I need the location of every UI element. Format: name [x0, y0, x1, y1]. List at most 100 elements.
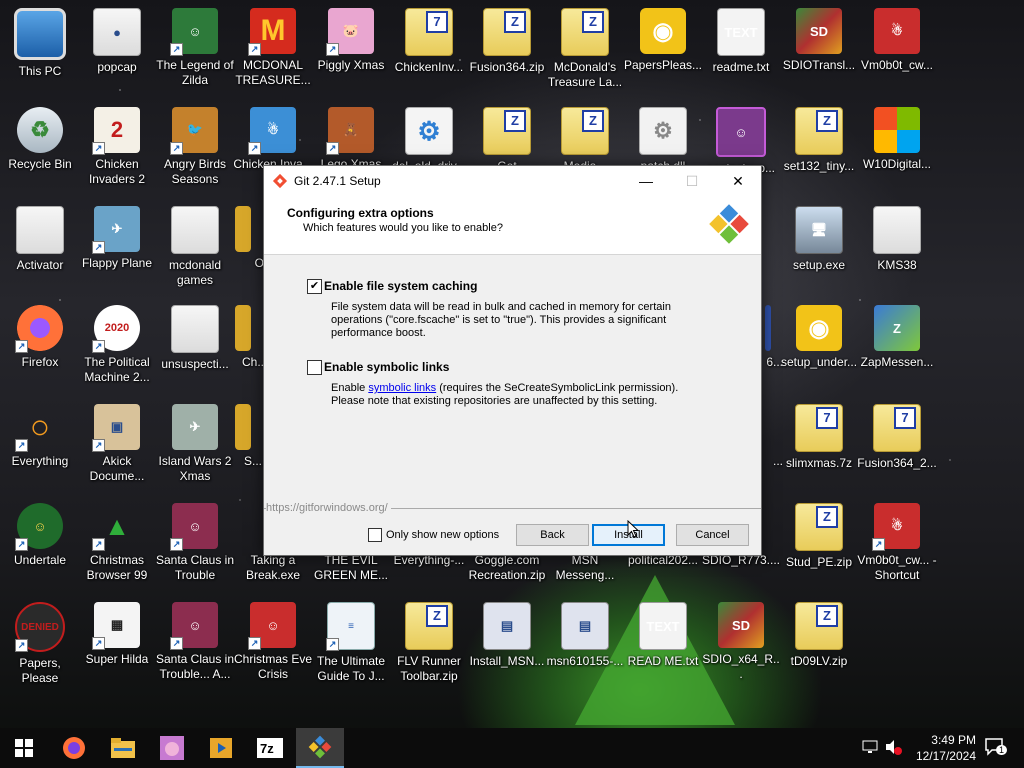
minimize-button[interactable]: — — [623, 166, 669, 196]
back-button[interactable]: Back — [516, 524, 589, 546]
disc-installer-icon: ◉ — [796, 305, 842, 351]
action-center-button[interactable]: 1 — [984, 737, 1008, 760]
taskbar-piggly[interactable] — [148, 728, 196, 768]
desktop-icon-setup-exe[interactable]: 🖥 setup.exe — [779, 200, 859, 296]
taskbar-file-explorer[interactable] — [99, 728, 147, 768]
santa-icon: ☺ ↗ — [170, 602, 218, 650]
pig-icon: 🐷 ↗ — [326, 8, 374, 56]
folder-icon — [171, 206, 219, 254]
desktop-icon-everything[interactable]: ○ ↗ Everything — [0, 398, 80, 494]
desktop-icon-install-msn[interactable]: ▤ Install_MSN... — [467, 596, 547, 692]
monitor-icon — [14, 8, 66, 60]
desktop-icon-readme-txt[interactable]: TEXT readme.txt — [701, 2, 781, 98]
cancel-button[interactable]: Cancel — [676, 524, 749, 546]
desktop-icon-flv-runner-toolbar[interactable]: Z FLV Runner Toolbar.zip — [389, 596, 469, 692]
desktop-icon-this-pc[interactable]: This PC — [0, 2, 80, 98]
sdio-blocks-icon: SD — [718, 602, 764, 648]
desktop-icon-mcdonalds-treasure-land[interactable]: Z McDonald's Treasure La... — [545, 2, 625, 98]
fscache-checkbox[interactable]: ✔ — [307, 279, 322, 294]
system-clock[interactable]: 3:49 PM 12/17/2024 — [916, 732, 976, 764]
fscache-label[interactable]: Enable file system caching — [324, 279, 477, 293]
desktop-icon-mcdonalds-treasure[interactable]: M ↗ MCDONAL TREASURE... — [233, 2, 313, 98]
desktop-icon-stud-pe-zip[interactable]: Z Stud_PE.zip — [779, 497, 859, 593]
zip-archive-icon: Z — [795, 602, 843, 650]
santa-avatar-icon: ☃ — [874, 8, 920, 54]
desktop-icon-activator[interactable]: Activator — [0, 200, 80, 296]
desktop-icon-island-wars-2-xmas[interactable]: ✈ Island Wars 2 Xmas — [155, 398, 235, 494]
desktop-icon-unsuspecting[interactable]: unsuspecti... — [155, 299, 235, 395]
batch-file-icon: ▤ — [561, 602, 609, 650]
only-new-options-toggle[interactable]: Only show new options — [368, 528, 499, 542]
ornament-icon — [235, 305, 251, 351]
pixel-character-icon: ▦ ↗ — [92, 602, 140, 650]
7zip-archive-icon: 7 — [795, 404, 843, 452]
ornament-icon — [235, 206, 251, 252]
desktop-icon-kms38[interactable]: KMS38 — [857, 200, 937, 296]
network-icon[interactable] — [862, 739, 880, 758]
installer-image-icon: ☺ — [716, 107, 766, 157]
dialog-titlebar[interactable]: Git 2.47.1 Setup — ☐ ✕ — [264, 166, 761, 196]
desktop-icon-undertale[interactable]: ☺ ↗ Undertale — [0, 497, 80, 593]
desktop-icon-fusion364-2[interactable]: 7 Fusion364_2... — [857, 398, 937, 494]
symlinks-checkbox[interactable] — [307, 360, 322, 375]
taskbar-firefox[interactable] — [50, 728, 98, 768]
zip-archive-icon: Z — [795, 107, 843, 155]
desktop-icon-papers-please[interactable]: DENIED ↗ Papers, Please — [0, 596, 80, 692]
desktop-icon-super-hilda[interactable]: ▦ ↗ Super Hilda — [77, 596, 157, 692]
zip-archive-icon: Z — [483, 8, 531, 56]
disc-installer-icon: ◉ — [640, 8, 686, 54]
christmas-tree-icon: ▲ ↗ — [92, 503, 140, 551]
desktop-icon-papers-please-setup[interactable]: ◉ PapersPleas... — [623, 2, 703, 98]
taskbar-7zip[interactable]: 7z — [246, 728, 294, 768]
close-button[interactable]: ✕ — [715, 166, 761, 196]
desktop-icon-zapmessenger[interactable]: Z ZapMessen... — [857, 299, 937, 395]
desktop-icon-santa-claus-trouble-a[interactable]: ☺ ↗ Santa Claus in Trouble... A... — [155, 596, 235, 692]
media-player-icon — [210, 738, 232, 758]
akick-box-icon: ▣ ↗ — [92, 404, 140, 452]
only-new-options-label: Only show new options — [386, 529, 500, 541]
desktop-icon-firefox[interactable]: ↗ Firefox — [0, 299, 80, 395]
desktop-icon-ultimate-guide[interactable]: ≡ ↗ The Ultimate Guide To J... — [311, 596, 391, 692]
desktop-icon-sdio-transl[interactable]: SD SDIOTransl... — [779, 2, 859, 98]
taskbar-git-setup[interactable] — [296, 728, 344, 768]
everything-search-icon: ○ ↗ — [15, 404, 63, 452]
desktop-icon-popcap[interactable]: ● popcap — [77, 2, 157, 98]
desktop-icon-fusion364-zip[interactable]: Z Fusion364.zip — [467, 2, 547, 98]
desktop-icon-chickeninv-zip[interactable]: 7 ChickenInv... — [389, 2, 469, 98]
desktop-icon-msn610155[interactable]: ▤ msn610155-... — [545, 596, 625, 692]
desktop-icon-legend-of-zilda[interactable]: ☺ ↗ The Legend of Zilda — [155, 2, 235, 98]
git-setup-icon — [308, 735, 332, 759]
desktop-icon-angry-birds-seasons[interactable]: 🐦 ↗ Angry Birds Seasons — [155, 101, 235, 197]
only-new-options-checkbox[interactable] — [368, 528, 382, 542]
start-button[interactable] — [0, 728, 48, 768]
desktop-icon-political-machine-2020[interactable]: 2020 ↗ The Political Machine 2... — [77, 299, 157, 395]
desktop-icon-piggly-xmas[interactable]: 🐷 ↗ Piggly Xmas — [311, 2, 391, 98]
taskbar-media-player[interactable] — [197, 728, 245, 768]
desktop-icon-santa-claus-in-trouble[interactable]: ☺ ↗ Santa Claus in Trouble — [155, 497, 235, 593]
desktop-icon-td09lv-zip[interactable]: ZtD09LV.zip — [779, 596, 859, 692]
desktop-icon-vm0b0t[interactable]: ☃ Vm0b0t_cw... — [857, 2, 937, 98]
desktop-icon-sdio-x64[interactable]: SD SDIO_x64_R... — [701, 596, 781, 692]
desktop-icon-slimxmas-7z[interactable]: 7 slimxmas.7z — [779, 398, 859, 494]
windows-logo-icon — [874, 107, 920, 153]
desktop-icon-read-me-txt[interactable]: TEXT READ ME.txt — [623, 596, 703, 692]
git-logo-icon — [272, 173, 288, 189]
volume-muted-icon[interactable] — [884, 739, 902, 758]
desktop-icon-christmas-browser-99[interactable]: ▲ ↗ Christmas Browser 99 — [77, 497, 157, 593]
desktop-icon-chicken-invaders-2[interactable]: 2 ↗ Chicken Invaders 2 — [77, 101, 157, 197]
desktop-icon-christmas-eve-crisis[interactable]: ☺ ↗ Christmas Eve Crisis — [233, 596, 313, 692]
desktop-icon-akick-document[interactable]: ▣ ↗ Akick Docume... — [77, 398, 157, 494]
papers-please-icon: DENIED ↗ — [15, 602, 65, 652]
desktop-icon-setup-under[interactable]: ◉ setup_under... — [779, 299, 859, 395]
sdio-blocks-icon: SD — [796, 8, 842, 54]
symlinks-label[interactable]: Enable symbolic links — [324, 360, 449, 374]
desktop-icon-vm0b0t-shortcut[interactable]: ☃ ↗ Vm0b0t_cw... - Shortcut — [857, 497, 937, 593]
maximize-icon: ☐ — [685, 172, 699, 189]
clock-date: 12/17/2024 — [915, 749, 976, 763]
desktop-icon-flappy-plane[interactable]: ✈ ↗ Flappy Plane — [77, 200, 157, 296]
desktop-icon-set132-tiny[interactable]: Zset132_tiny... — [779, 101, 859, 197]
symbolic-links-link[interactable]: symbolic links — [368, 382, 436, 394]
desktop-icon-mcdonald-games[interactable]: mcdonald games — [155, 200, 235, 296]
desktop-icon-w10digital[interactable]: W10Digital... — [857, 101, 937, 197]
desktop-icon-recycle-bin[interactable]: ♻ Recycle Bin — [0, 101, 80, 197]
